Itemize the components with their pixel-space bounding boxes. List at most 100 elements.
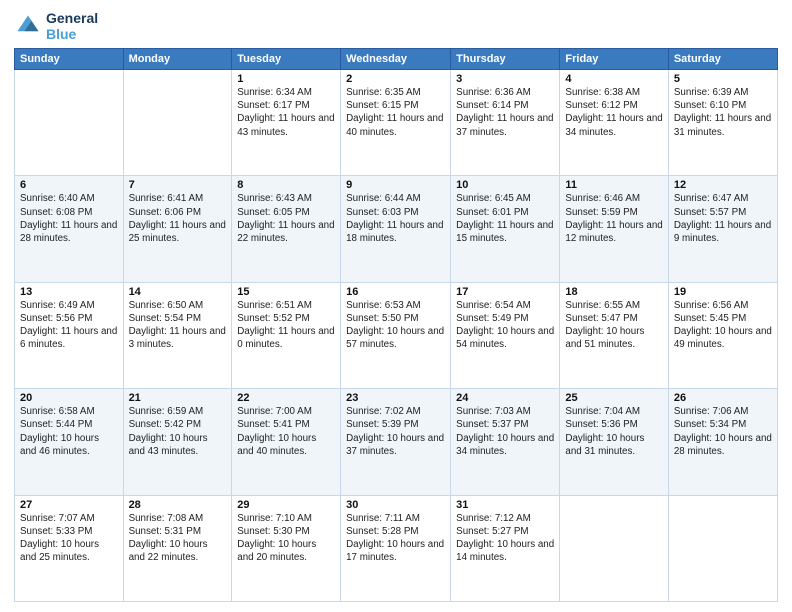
day-number: 2 [346,73,445,85]
weekday-header: Monday [123,49,232,70]
day-info: Sunrise: 7:06 AM Sunset: 5:34 PM Dayligh… [674,405,772,458]
calendar-week-row: 1Sunrise: 6:34 AM Sunset: 6:17 PM Daylig… [15,70,778,176]
day-number: 27 [20,499,118,511]
day-number: 10 [456,179,554,191]
calendar-cell: 12Sunrise: 6:47 AM Sunset: 5:57 PM Dayli… [668,176,777,282]
calendar-cell: 14Sunrise: 6:50 AM Sunset: 5:54 PM Dayli… [123,282,232,388]
calendar-cell: 13Sunrise: 6:49 AM Sunset: 5:56 PM Dayli… [15,282,124,388]
day-info: Sunrise: 6:40 AM Sunset: 6:08 PM Dayligh… [20,192,118,245]
day-number: 1 [237,73,335,85]
day-number: 14 [129,286,227,298]
calendar-week-row: 27Sunrise: 7:07 AM Sunset: 5:33 PM Dayli… [15,495,778,601]
calendar-cell [123,70,232,176]
day-info: Sunrise: 6:38 AM Sunset: 6:12 PM Dayligh… [565,86,662,139]
day-info: Sunrise: 7:10 AM Sunset: 5:30 PM Dayligh… [237,512,335,565]
calendar-cell: 10Sunrise: 6:45 AM Sunset: 6:01 PM Dayli… [451,176,560,282]
header: General Blue [14,10,778,42]
calendar-cell: 5Sunrise: 6:39 AM Sunset: 6:10 PM Daylig… [668,70,777,176]
calendar-cell: 16Sunrise: 6:53 AM Sunset: 5:50 PM Dayli… [341,282,451,388]
calendar-cell: 9Sunrise: 6:44 AM Sunset: 6:03 PM Daylig… [341,176,451,282]
logo-text: General Blue [46,10,98,42]
day-info: Sunrise: 6:59 AM Sunset: 5:42 PM Dayligh… [129,405,227,458]
calendar-cell: 20Sunrise: 6:58 AM Sunset: 5:44 PM Dayli… [15,389,124,495]
day-number: 23 [346,392,445,404]
day-info: Sunrise: 6:56 AM Sunset: 5:45 PM Dayligh… [674,299,772,352]
day-info: Sunrise: 6:50 AM Sunset: 5:54 PM Dayligh… [129,299,227,352]
day-number: 8 [237,179,335,191]
day-number: 30 [346,499,445,511]
day-number: 15 [237,286,335,298]
day-number: 22 [237,392,335,404]
calendar-cell: 11Sunrise: 6:46 AM Sunset: 5:59 PM Dayli… [560,176,668,282]
weekday-header: Tuesday [232,49,341,70]
logo: General Blue [14,10,98,42]
calendar-page: General Blue SundayMondayTuesdayWednesda… [0,0,792,612]
calendar-week-row: 20Sunrise: 6:58 AM Sunset: 5:44 PM Dayli… [15,389,778,495]
day-number: 29 [237,499,335,511]
day-info: Sunrise: 6:53 AM Sunset: 5:50 PM Dayligh… [346,299,445,352]
day-number: 31 [456,499,554,511]
calendar-cell: 23Sunrise: 7:02 AM Sunset: 5:39 PM Dayli… [341,389,451,495]
calendar-cell: 17Sunrise: 6:54 AM Sunset: 5:49 PM Dayli… [451,282,560,388]
calendar-cell [560,495,668,601]
calendar-cell: 2Sunrise: 6:35 AM Sunset: 6:15 PM Daylig… [341,70,451,176]
calendar-cell: 21Sunrise: 6:59 AM Sunset: 5:42 PM Dayli… [123,389,232,495]
calendar-cell: 25Sunrise: 7:04 AM Sunset: 5:36 PM Dayli… [560,389,668,495]
day-number: 26 [674,392,772,404]
day-info: Sunrise: 6:45 AM Sunset: 6:01 PM Dayligh… [456,192,554,245]
day-number: 28 [129,499,227,511]
logo-icon [14,12,42,40]
day-info: Sunrise: 6:54 AM Sunset: 5:49 PM Dayligh… [456,299,554,352]
calendar-cell: 29Sunrise: 7:10 AM Sunset: 5:30 PM Dayli… [232,495,341,601]
day-number: 12 [674,179,772,191]
day-info: Sunrise: 6:39 AM Sunset: 6:10 PM Dayligh… [674,86,772,139]
calendar-week-row: 6Sunrise: 6:40 AM Sunset: 6:08 PM Daylig… [15,176,778,282]
day-number: 24 [456,392,554,404]
day-info: Sunrise: 7:11 AM Sunset: 5:28 PM Dayligh… [346,512,445,565]
day-number: 5 [674,73,772,85]
day-number: 6 [20,179,118,191]
day-info: Sunrise: 7:12 AM Sunset: 5:27 PM Dayligh… [456,512,554,565]
calendar-cell: 28Sunrise: 7:08 AM Sunset: 5:31 PM Dayli… [123,495,232,601]
day-number: 11 [565,179,662,191]
day-number: 16 [346,286,445,298]
day-info: Sunrise: 6:44 AM Sunset: 6:03 PM Dayligh… [346,192,445,245]
day-info: Sunrise: 6:36 AM Sunset: 6:14 PM Dayligh… [456,86,554,139]
weekday-header: Wednesday [341,49,451,70]
calendar-cell: 19Sunrise: 6:56 AM Sunset: 5:45 PM Dayli… [668,282,777,388]
day-number: 20 [20,392,118,404]
day-info: Sunrise: 7:04 AM Sunset: 5:36 PM Dayligh… [565,405,662,458]
day-info: Sunrise: 6:49 AM Sunset: 5:56 PM Dayligh… [20,299,118,352]
day-number: 3 [456,73,554,85]
day-number: 4 [565,73,662,85]
weekday-header: Sunday [15,49,124,70]
calendar-cell: 4Sunrise: 6:38 AM Sunset: 6:12 PM Daylig… [560,70,668,176]
day-number: 9 [346,179,445,191]
day-number: 25 [565,392,662,404]
day-info: Sunrise: 7:08 AM Sunset: 5:31 PM Dayligh… [129,512,227,565]
day-info: Sunrise: 7:07 AM Sunset: 5:33 PM Dayligh… [20,512,118,565]
weekday-header: Thursday [451,49,560,70]
calendar-cell: 1Sunrise: 6:34 AM Sunset: 6:17 PM Daylig… [232,70,341,176]
calendar-cell: 24Sunrise: 7:03 AM Sunset: 5:37 PM Dayli… [451,389,560,495]
day-info: Sunrise: 7:03 AM Sunset: 5:37 PM Dayligh… [456,405,554,458]
day-info: Sunrise: 6:35 AM Sunset: 6:15 PM Dayligh… [346,86,445,139]
day-info: Sunrise: 6:46 AM Sunset: 5:59 PM Dayligh… [565,192,662,245]
day-info: Sunrise: 6:41 AM Sunset: 6:06 PM Dayligh… [129,192,227,245]
calendar-cell: 3Sunrise: 6:36 AM Sunset: 6:14 PM Daylig… [451,70,560,176]
calendar-cell [668,495,777,601]
day-info: Sunrise: 6:55 AM Sunset: 5:47 PM Dayligh… [565,299,662,352]
calendar-table: SundayMondayTuesdayWednesdayThursdayFrid… [14,48,778,602]
weekday-header: Saturday [668,49,777,70]
day-info: Sunrise: 6:51 AM Sunset: 5:52 PM Dayligh… [237,299,335,352]
calendar-cell: 22Sunrise: 7:00 AM Sunset: 5:41 PM Dayli… [232,389,341,495]
day-info: Sunrise: 6:47 AM Sunset: 5:57 PM Dayligh… [674,192,772,245]
weekday-header: Friday [560,49,668,70]
day-number: 19 [674,286,772,298]
calendar-cell: 15Sunrise: 6:51 AM Sunset: 5:52 PM Dayli… [232,282,341,388]
calendar-cell: 31Sunrise: 7:12 AM Sunset: 5:27 PM Dayli… [451,495,560,601]
day-info: Sunrise: 6:58 AM Sunset: 5:44 PM Dayligh… [20,405,118,458]
day-info: Sunrise: 6:43 AM Sunset: 6:05 PM Dayligh… [237,192,335,245]
day-number: 18 [565,286,662,298]
day-info: Sunrise: 7:02 AM Sunset: 5:39 PM Dayligh… [346,405,445,458]
